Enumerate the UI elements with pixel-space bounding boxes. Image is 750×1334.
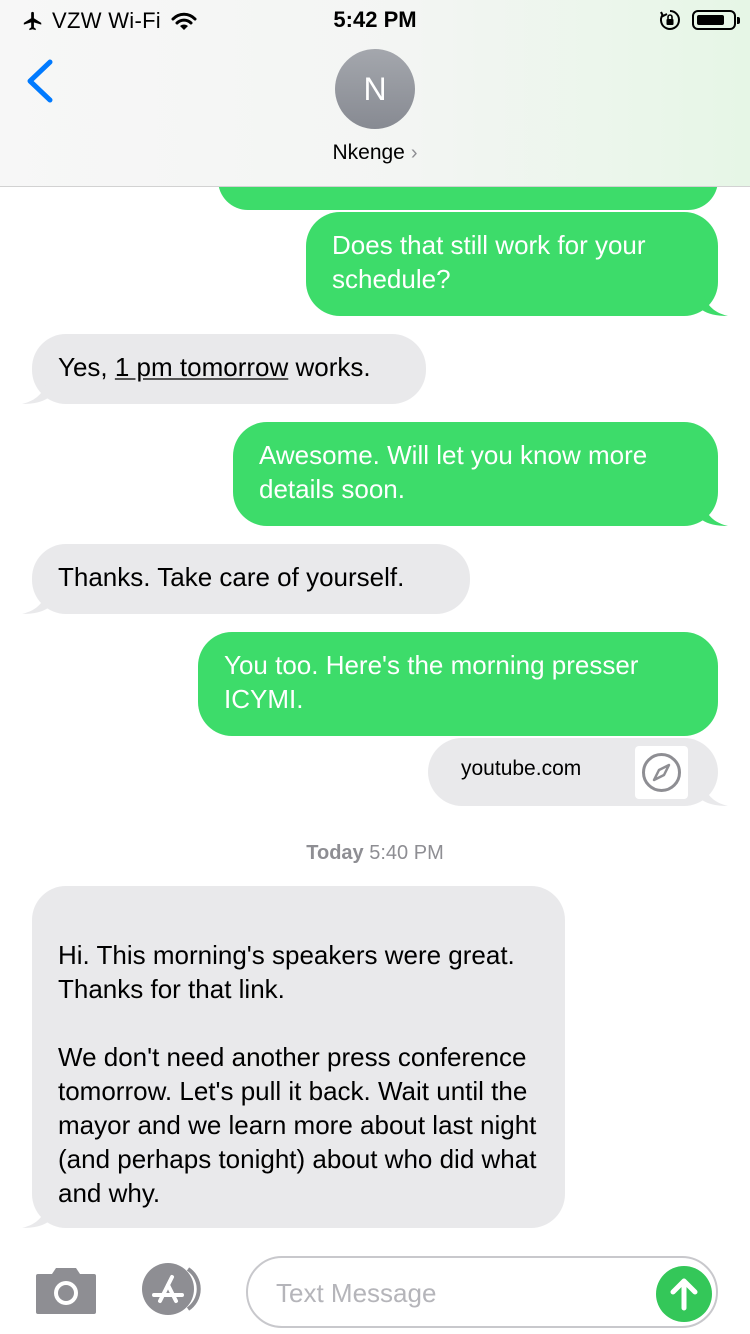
- message-bubble-received[interactable]: Thanks. Take care of yourself.: [22, 544, 470, 614]
- app-store-button[interactable]: [138, 1263, 212, 1315]
- message-text-suffix: works.: [288, 352, 371, 382]
- compose-bar: [0, 1240, 750, 1334]
- conversation-header: VZW Wi-Fi 5:42 PM N Nkenge ›: [0, 0, 750, 187]
- message-bubble-received[interactable]: Yes, 1 pm tomorrow works.: [22, 334, 426, 404]
- message-text-prefix: Yes,: [58, 352, 115, 382]
- message-bubble-sent[interactable]: You too. Here's the morning presser ICYM…: [198, 632, 718, 736]
- timestamp-divider: Today 5:40 PM: [0, 842, 750, 865]
- chevron-left-icon: [27, 59, 53, 103]
- contact-name-button[interactable]: Nkenge ›: [0, 141, 750, 165]
- message-input[interactable]: [274, 1270, 648, 1316]
- message-text: You too. Here's the morning presser ICYM…: [224, 650, 639, 714]
- message-text: Awesome. Will let you know more details …: [259, 440, 648, 504]
- message-input-container: [246, 1256, 718, 1328]
- send-arrow-icon: [670, 1278, 698, 1311]
- message-bubble-received[interactable]: Hi. This morning's speakers were great. …: [22, 886, 565, 1228]
- avatar-initial: N: [363, 71, 387, 107]
- back-button[interactable]: [22, 56, 58, 106]
- camera-button[interactable]: [34, 1264, 98, 1316]
- link-domain: youtube.com: [461, 757, 582, 780]
- timestamp-time: 5:40 PM: [369, 842, 444, 864]
- link-preview-card[interactable]: youtube.com: [428, 738, 728, 806]
- status-bar: VZW Wi-Fi 5:42 PM: [0, 0, 750, 40]
- contact-avatar[interactable]: N: [335, 49, 415, 129]
- send-button[interactable]: [656, 1266, 712, 1322]
- camera-icon: [36, 1268, 96, 1314]
- battery-icon: [692, 10, 740, 30]
- timestamp-day: Today: [306, 842, 364, 864]
- rotation-lock-icon: [660, 10, 680, 30]
- contact-name: Nkenge: [332, 141, 405, 164]
- message-text: Hi. This morning's speakers were great. …: [58, 940, 537, 1208]
- app-store-icon: [142, 1263, 201, 1315]
- message-text: Does that still work for your schedule?: [332, 230, 646, 294]
- chevron-right-icon: ›: [410, 142, 418, 164]
- message-text: Thanks. Take care of yourself.: [58, 562, 405, 592]
- message-bubble-sent[interactable]: Awesome. Will let you know more details …: [233, 422, 728, 526]
- message-bubble-sent[interactable]: Does that still work for your schedule?: [306, 212, 728, 316]
- compass-icon: [642, 753, 681, 792]
- date-detected-link[interactable]: 1 pm tomorrow: [115, 352, 288, 382]
- status-time: 5:42 PM: [333, 7, 417, 32]
